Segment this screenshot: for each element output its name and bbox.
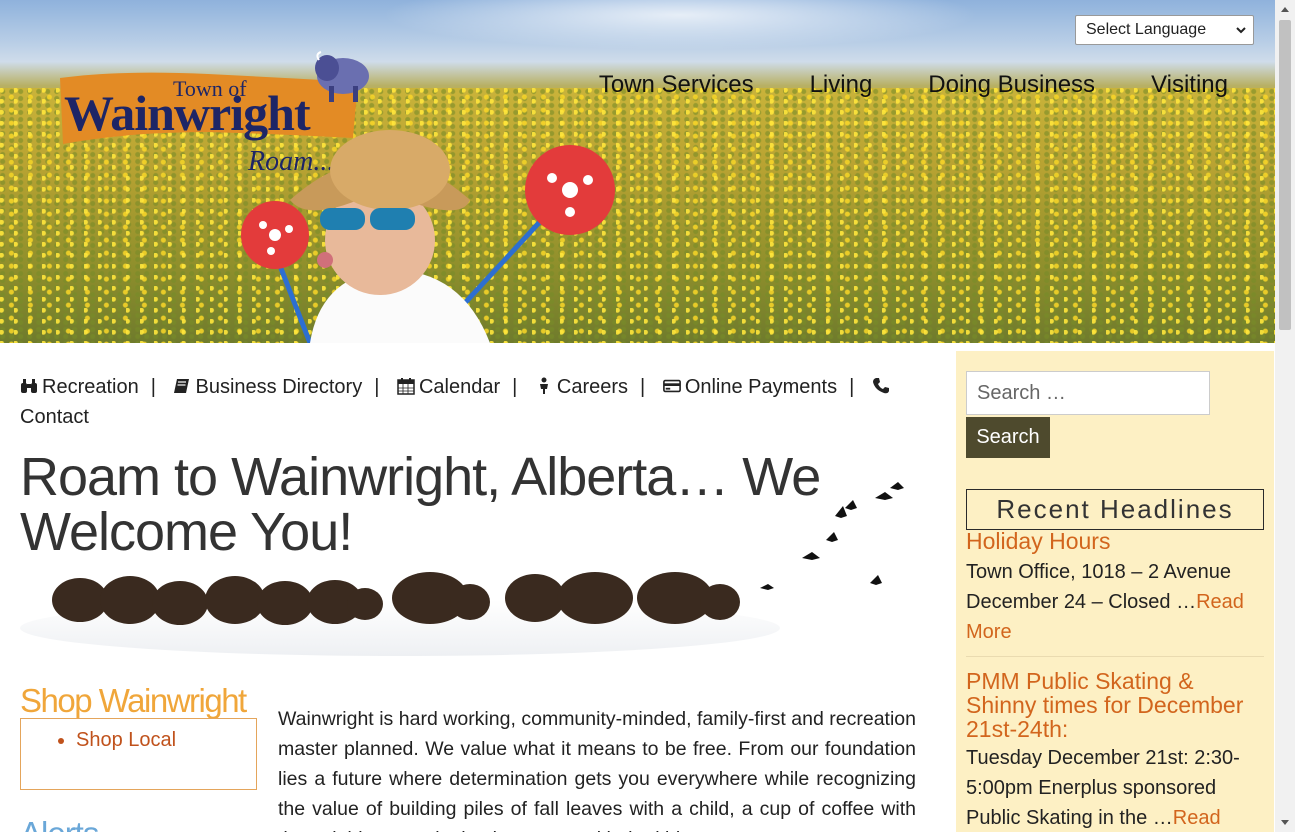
headline-item: PMM Public Skating & Shinny times for De… bbox=[966, 669, 1264, 832]
bison-herd-image bbox=[20, 482, 904, 656]
quick-link-label: Careers bbox=[556, 376, 629, 398]
scrollbar-thumb[interactable] bbox=[1279, 20, 1291, 330]
quick-link-label: Recreation bbox=[42, 376, 139, 398]
separator: | bbox=[849, 376, 855, 398]
separator: | bbox=[150, 376, 156, 398]
main-navigation: Town Services Living Doing Business Visi… bbox=[599, 71, 1228, 99]
headline-title-link[interactable]: Holiday Hours bbox=[966, 529, 1264, 553]
quick-link-contact[interactable] bbox=[866, 376, 894, 398]
headline-title-link[interactable]: PMM Public Skating & Shinny times for De… bbox=[966, 669, 1264, 741]
separator: | bbox=[512, 376, 518, 398]
sidebar: Search … Search Recent Headlines Holiday… bbox=[956, 351, 1274, 832]
shop-wainwright-heading: Shop Wainwright bbox=[20, 682, 247, 719]
quick-link-contact-label[interactable]: Contact bbox=[20, 406, 89, 428]
quick-link-label: Online Payments bbox=[684, 376, 838, 398]
quick-links-bar: Recreation | Business Directory | Calendar… bbox=[20, 372, 925, 432]
credit-card-icon bbox=[662, 379, 681, 393]
headline-excerpt: Town Office, 1018 – 2 Avenue December 24… bbox=[966, 561, 1232, 613]
page-scrollbar[interactable] bbox=[1275, 0, 1295, 832]
headline-item: Holiday Hours Town Office, 1018 – 2 Aven… bbox=[966, 529, 1264, 647]
shop-wainwright-box: Shop Local bbox=[20, 718, 257, 790]
chevron-down-icon bbox=[1236, 27, 1246, 34]
alerts-heading: Alerts bbox=[20, 815, 99, 832]
quick-link-online-payments[interactable]: Online Payments bbox=[657, 376, 837, 398]
quick-link-recreation[interactable]: Recreation bbox=[20, 376, 139, 398]
book-icon bbox=[174, 379, 190, 393]
person-icon bbox=[539, 377, 548, 394]
search-input[interactable]: Search … bbox=[966, 371, 1210, 415]
recent-headlines-heading: Recent Headlines bbox=[966, 489, 1264, 530]
quick-link-business-directory[interactable]: Business Directory bbox=[168, 376, 362, 398]
separator: | bbox=[640, 376, 646, 398]
scroll-up-arrow-icon[interactable] bbox=[1280, 5, 1290, 13]
nav-doing-business[interactable]: Doing Business bbox=[928, 71, 1095, 99]
quick-link-label: Calendar bbox=[418, 376, 501, 398]
quick-link-calendar[interactable]: Calendar bbox=[391, 376, 500, 398]
calendar-icon bbox=[397, 378, 415, 395]
quick-link-label: Business Directory bbox=[195, 376, 363, 398]
hero-banner: Town of Wainwright Roam... Select Langua… bbox=[0, 0, 1275, 343]
sky-clouds bbox=[380, 0, 980, 50]
nav-visiting[interactable]: Visiting bbox=[1151, 71, 1228, 99]
language-select-value: Select Language bbox=[1086, 21, 1207, 38]
scroll-down-arrow-icon[interactable] bbox=[1280, 819, 1290, 827]
nav-town-services[interactable]: Town Services bbox=[599, 71, 754, 99]
phone-icon bbox=[872, 378, 889, 394]
nav-living[interactable]: Living bbox=[810, 71, 873, 99]
intro-paragraph: Wainwright is hard working, community-mi… bbox=[278, 708, 916, 832]
shop-local-link[interactable]: Shop Local bbox=[76, 727, 256, 753]
separator: | bbox=[374, 376, 380, 398]
language-select[interactable]: Select Language bbox=[1075, 15, 1254, 45]
quick-link-careers[interactable]: Careers bbox=[529, 376, 628, 398]
search-button[interactable]: Search bbox=[966, 417, 1050, 458]
child-with-pinwheels-image bbox=[241, 130, 615, 343]
headline-divider bbox=[966, 656, 1264, 657]
binoculars-icon bbox=[21, 379, 37, 393]
